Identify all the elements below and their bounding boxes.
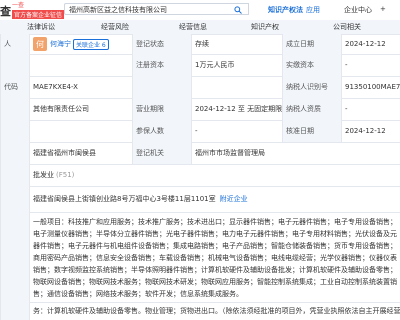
industry-code: (F51) <box>56 171 75 179</box>
status-value: 存续 <box>195 40 209 48</box>
tabs-row: 法律诉讼 经营风险 经营信息 知识产权 公司相关 <box>0 20 400 35</box>
blank2-value <box>192 76 282 98</box>
label-blank3 <box>0 120 30 142</box>
capital-value: 1万元人民币 <box>195 61 235 69</box>
top-bar: 查 一查 官方备案企业征信 福州高新区益之信科技有限公司 知识产权法 应用 企业… <box>0 0 400 21</box>
label-blank2 <box>132 76 192 98</box>
staff-value: - <box>195 127 198 135</box>
scope-last-value: 务：计算机软硬件及辅助设备零售。物业管理；货物进出口。（除依法须经批准的项目外，… <box>33 307 400 315</box>
industry-name: 批发业 <box>33 171 54 179</box>
nearby-link[interactable]: 附近企业 <box>220 194 248 204</box>
row-address: 福建省闽侯县上街镇创业路8号万福中心3号楼11层1101室 附近企业 <box>0 186 400 213</box>
code-value: MAE7KXE4-X <box>33 83 78 91</box>
tab-related[interactable]: 公司相关 <box>330 20 380 34</box>
address-text: 福建省闽侯县上街镇创业路8号万福中心3号楼11层1101室 <box>33 195 216 203</box>
row-type: 其他有限责任公司 营业期限 2024-12-12 至 无固定期限 纳税人资质 - <box>0 98 400 121</box>
label-address <box>0 186 30 212</box>
label-staff: 参保人数 <box>132 120 192 142</box>
label-capital: 注册资本 <box>132 54 192 76</box>
nav-more[interactable]: + <box>380 5 386 13</box>
label-status: 登记状态 <box>132 34 192 54</box>
tab-legal[interactable]: 法律诉讼 <box>24 20 74 34</box>
related-company-tag[interactable]: 关联企业 6 <box>73 38 109 50</box>
avatar: 何 <box>33 37 47 51</box>
label-taxid: 纳税人识别号 <box>282 76 342 98</box>
legal-rep-name[interactable]: 何海宁 <box>50 39 71 49</box>
row-staff: 参保人数 - 核准日期 2024-12-12 <box>0 120 400 143</box>
established-value: 2024-12-12 <box>345 40 386 48</box>
label-term: 营业期限 <box>132 98 192 120</box>
scope-value: 一般项目：科技推广和应用服务；技术推广服务；技术进出口；显示器件销售；电子元器件… <box>33 218 397 298</box>
blank3-value <box>30 120 132 142</box>
type-value: 其他有限责任公司 <box>33 105 89 113</box>
region-value: 福建省福州市闽侯县 <box>33 149 96 157</box>
tab-operation[interactable]: 经营信息 <box>176 20 226 34</box>
logo-badge: 官方备案企业征信 <box>12 10 65 19</box>
label-code: 代码 <box>0 76 30 98</box>
nav-brand[interactable]: 知识产权法 <box>268 5 303 15</box>
tab-risk[interactable]: 经营风险 <box>98 20 148 34</box>
address-value: 福建省闽侯县上街镇创业路8号万福中心3号楼11层1101室 附近企业 <box>30 186 400 212</box>
label-paid: 实缴资本 <box>282 54 342 76</box>
authority-value: 福州市市场监督管理局 <box>195 149 265 157</box>
logo-char: 查 <box>0 5 11 18</box>
label-approve: 核准日期 <box>282 120 342 142</box>
search-icon <box>234 6 242 14</box>
logo-subtitle: 一查 <box>12 2 25 9</box>
tab-ip[interactable]: 知识产权 <box>248 20 298 34</box>
term-value: 2024-12-12 至 无固定期限 <box>195 105 282 113</box>
row-region: 福建省福州市闽侯县 登记机关 福州市市场监督管理局 <box>0 142 400 165</box>
row-industry: 批发业 (F51) <box>0 164 400 187</box>
label-scope-last <box>0 302 30 320</box>
label-established: 成立日期 <box>282 34 342 54</box>
row-scope: 一般项目：科技推广和应用服务；技术推广服务；技术进出口；显示器件销售；电子元器件… <box>0 212 400 303</box>
legal-rep-value: 何 何海宁 关联企业 6 <box>30 34 132 54</box>
label-authority: 登记机关 <box>132 142 192 164</box>
label-type <box>0 98 30 120</box>
label-scope <box>0 212 30 302</box>
blank-value <box>30 54 132 76</box>
row-legal-person: 人 何 何海宁 关联企业 6 登记状态 存续 成立日期 2024-12-12 <box>0 34 400 55</box>
row-scope-last: 务：计算机软硬件及辅助设备零售。物业管理；货物进出口。（除依法须经批准的项目外，… <box>0 302 400 320</box>
row-code: 代码 MAE7KXE4-X 纳税人识别号 91350100MAE7KX <box>0 76 400 99</box>
industry-value: 批发业 (F51) <box>30 164 400 186</box>
paid-value: - <box>345 61 348 69</box>
nav-enterprise-center[interactable]: 企业中心 <box>344 5 372 15</box>
nav-app[interactable]: 应用 <box>306 5 320 15</box>
taxid-value: 91350100MAE7KX <box>345 83 400 91</box>
label-region <box>0 142 30 164</box>
search-input[interactable]: 福州高新区益之信科技有限公司 <box>64 3 242 15</box>
search-button[interactable] <box>229 3 249 15</box>
approve-value: 2024-12-12 <box>345 127 386 135</box>
label-industry <box>0 164 30 186</box>
label-taxpayer: 纳税人资质 <box>282 98 342 120</box>
row-capital: 注册资本 1万元人民币 实缴资本 - <box>0 54 400 77</box>
label-blank <box>0 54 30 76</box>
label-legal-rep: 人 <box>0 34 30 54</box>
taxpayer-value: - <box>345 105 348 113</box>
